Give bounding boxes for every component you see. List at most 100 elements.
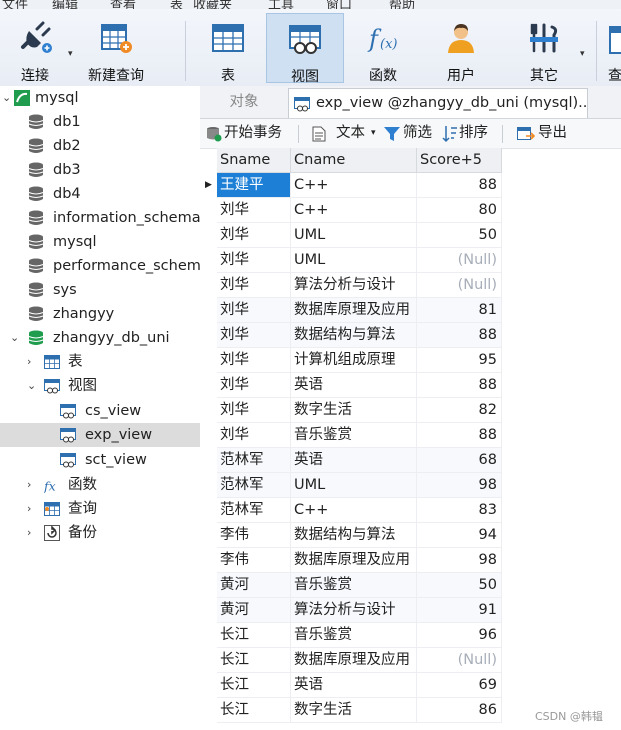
table-row[interactable]: 范林军 C++ 83 [217, 498, 502, 523]
cell-score[interactable]: 88 [417, 423, 502, 448]
cell-score[interactable]: 98 [417, 473, 502, 498]
cell-sname[interactable]: 范林军 [217, 448, 291, 473]
function-button[interactable]: f (x) 函数 [344, 13, 422, 84]
cell-cname[interactable]: 数字生活 [291, 698, 417, 723]
cell-cname[interactable]: 音乐鉴赏 [291, 423, 417, 448]
cell-sname[interactable]: 王建平 [217, 173, 291, 198]
cell-cname[interactable]: 数据库原理及应用 [291, 298, 417, 323]
cell-score[interactable]: 98 [417, 548, 502, 573]
tree-node-cs-view[interactable]: cs_view [0, 399, 200, 423]
table-row[interactable]: 刘华 UML (Null) [217, 248, 502, 273]
cell-cname[interactable]: UML [291, 473, 417, 498]
table-row[interactable]: 长江 音乐鉴赏 96 [217, 623, 502, 648]
expand-arrow-icon[interactable]: › [27, 497, 39, 521]
menu-favorites[interactable]: 收藏夹 [193, 0, 232, 9]
column-header-sname[interactable]: Sname [217, 148, 291, 173]
tree-node-db4[interactable]: db4 [0, 182, 200, 206]
tree-node-db1[interactable]: db1 [0, 110, 200, 134]
tree-node-information-schema[interactable]: information_schema [0, 206, 201, 230]
menu-file[interactable]: 文件 [2, 0, 28, 9]
tree-node-mysql-db[interactable]: mysql [0, 230, 200, 254]
query-button[interactable]: 查 [602, 13, 621, 83]
table-row[interactable]: 刘华 计算机组成原理 95 [217, 348, 502, 373]
table-row[interactable]: 刘华 数字生活 82 [217, 398, 502, 423]
tree-node-functions[interactable]: › fx 函数 [0, 473, 200, 497]
menu-tools[interactable]: 工具 [268, 0, 294, 9]
tree-node-views[interactable]: ⌄ 视图 [0, 374, 200, 398]
other-button[interactable]: 其它 [505, 13, 583, 84]
cell-cname[interactable]: 音乐鉴赏 [291, 573, 417, 598]
cell-score[interactable]: 50 [417, 573, 502, 598]
menu-edit[interactable]: 编辑 [52, 0, 78, 9]
cell-cname[interactable]: UML [291, 223, 417, 248]
cell-cname[interactable]: 英语 [291, 448, 417, 473]
cell-cname[interactable]: 数据库原理及应用 [291, 548, 417, 573]
tab-objects[interactable]: 对象 [200, 86, 288, 118]
cell-cname[interactable]: C++ [291, 498, 417, 523]
collapse-arrow-icon[interactable]: ⌄ [27, 374, 39, 398]
cell-sname[interactable]: 黄河 [217, 573, 291, 598]
cell-sname[interactable]: 刘华 [217, 348, 291, 373]
text-button[interactable]: 文本 ▾ [312, 119, 378, 148]
tree-node-sys[interactable]: sys [0, 278, 200, 302]
tree-node-zhangyy[interactable]: zhangyy [0, 302, 200, 326]
cell-sname[interactable]: 刘华 [217, 398, 291, 423]
cell-score[interactable]: 82 [417, 398, 502, 423]
cell-score[interactable]: (Null) [417, 248, 502, 273]
cell-sname[interactable]: 刘华 [217, 423, 291, 448]
table-row[interactable]: 刘华 算法分析与设计 (Null) [217, 273, 502, 298]
cell-cname[interactable]: 数字生活 [291, 398, 417, 423]
table-row[interactable]: 范林军 UML 98 [217, 473, 502, 498]
menu-view[interactable]: 查看 [110, 0, 136, 9]
cell-sname[interactable]: 刘华 [217, 373, 291, 398]
table-row[interactable]: 刘华 音乐鉴赏 88 [217, 423, 502, 448]
collapse-arrow-icon[interactable]: ⌄ [10, 326, 22, 350]
table-row[interactable]: 李伟 数据库原理及应用 98 [217, 548, 502, 573]
cell-score[interactable]: 68 [417, 448, 502, 473]
cell-cname[interactable]: 算法分析与设计 [291, 598, 417, 623]
tree-node-exp-view[interactable]: exp_view [0, 423, 200, 447]
tree-node-sct-view[interactable]: sct_view [0, 448, 200, 472]
cell-score[interactable]: 86 [417, 698, 502, 723]
tree-node-db3[interactable]: db3 [0, 158, 200, 182]
cell-score[interactable]: 91 [417, 598, 502, 623]
table-row[interactable]: 长江 数字生活 86 [217, 698, 502, 723]
cell-score[interactable]: (Null) [417, 273, 502, 298]
cell-sname[interactable]: 范林军 [217, 473, 291, 498]
cell-sname[interactable]: 刘华 [217, 223, 291, 248]
menu-window[interactable]: 窗口 [326, 0, 352, 9]
cell-sname[interactable]: 刘华 [217, 198, 291, 223]
table-row[interactable]: 刘华 UML 50 [217, 223, 502, 248]
cell-cname[interactable]: 英语 [291, 673, 417, 698]
expand-arrow-icon[interactable]: › [27, 350, 39, 374]
cell-score[interactable]: 69 [417, 673, 502, 698]
cell-sname[interactable]: 长江 [217, 623, 291, 648]
cell-cname[interactable]: UML [291, 248, 417, 273]
new-query-button[interactable]: 新建查询 [82, 13, 150, 84]
cell-score[interactable]: 83 [417, 498, 502, 523]
column-header-score-plus-5[interactable]: Score+5 [417, 148, 502, 173]
cell-cname[interactable]: 数据结构与算法 [291, 523, 417, 548]
cell-score[interactable]: 50 [417, 223, 502, 248]
cell-score[interactable]: 95 [417, 348, 502, 373]
cell-score[interactable]: 88 [417, 323, 502, 348]
table-row[interactable]: ▶ 王建平 C++ 88 [205, 173, 502, 198]
cell-sname[interactable]: 刘华 [217, 323, 291, 348]
cell-cname[interactable]: C++ [291, 173, 417, 198]
cell-sname[interactable]: 刘华 [217, 273, 291, 298]
cell-sname[interactable]: 黄河 [217, 598, 291, 623]
expand-arrow-icon[interactable]: › [27, 521, 39, 545]
menu-help[interactable]: 帮助 [389, 0, 415, 9]
table-row[interactable]: 李伟 数据结构与算法 94 [217, 523, 502, 548]
tree-node-performance-schema[interactable]: performance_schema [0, 254, 210, 278]
table-row[interactable]: 长江 数据库原理及应用 (Null) [217, 648, 502, 673]
cell-cname[interactable]: 英语 [291, 373, 417, 398]
table-row[interactable]: 刘华 英语 88 [217, 373, 502, 398]
text-dropdown-icon[interactable]: ▾ [371, 119, 376, 148]
view-button[interactable]: 视图 [266, 13, 344, 85]
tree-node-backups[interactable]: › 备份 [0, 521, 200, 545]
menu-table[interactable]: 表 [170, 0, 183, 9]
tree-node-zhangyy-db-uni[interactable]: ⌄ zhangyy_db_uni [0, 326, 200, 350]
table-row[interactable]: 黄河 音乐鉴赏 50 [217, 573, 502, 598]
cell-cname[interactable]: C++ [291, 198, 417, 223]
